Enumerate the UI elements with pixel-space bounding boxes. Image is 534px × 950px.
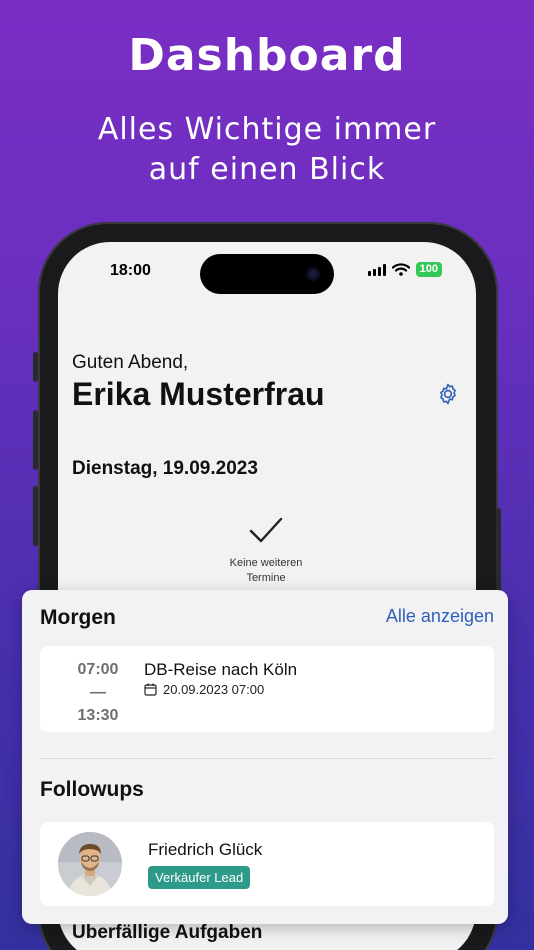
section-divider bbox=[40, 758, 494, 759]
show-all-link[interactable]: Alle anzeigen bbox=[386, 606, 494, 627]
tomorrow-heading: Morgen bbox=[40, 606, 116, 629]
signal-icon bbox=[367, 263, 386, 276]
followup-name: Friedrich Glück bbox=[148, 840, 263, 859]
promo-subtitle-line: auf einen Blick bbox=[148, 152, 386, 187]
today-date: Dienstag, 19.09.2023 bbox=[72, 458, 258, 479]
status-indicators: 100 bbox=[367, 262, 442, 277]
phone-side-button bbox=[496, 508, 501, 598]
camera-icon bbox=[306, 267, 320, 281]
overdue-tasks-heading: Überfällige Aufgaben bbox=[72, 922, 263, 943]
user-name: Erika Musterfrau bbox=[72, 376, 325, 412]
phone-side-button bbox=[33, 352, 38, 382]
followups-heading: Followups bbox=[40, 778, 144, 801]
greeting-text: Guten Abend, bbox=[72, 352, 189, 373]
empty-text-line: Termine bbox=[246, 572, 286, 584]
phone-side-button bbox=[33, 410, 38, 470]
dynamic-island bbox=[200, 254, 334, 294]
avatar bbox=[58, 832, 122, 896]
appointment-date-row: 20.09.2023 07:00 bbox=[144, 682, 264, 697]
appointment-item[interactable]: 07:00 — 13:30 DB-Reise nach Köln 20.09.2… bbox=[40, 646, 494, 732]
followup-item[interactable]: Friedrich Glück Verkäufer Lead bbox=[40, 822, 494, 906]
role-badge: Verkäufer Lead bbox=[148, 866, 251, 889]
checkmark-icon bbox=[249, 517, 283, 543]
battery-indicator: 100 bbox=[415, 262, 442, 277]
wifi-icon bbox=[391, 263, 410, 276]
phone-side-button bbox=[33, 486, 38, 546]
promo-title: Dashboard bbox=[128, 30, 406, 81]
appointment-date: 20.09.2023 07:00 bbox=[163, 682, 265, 697]
calendar-icon bbox=[144, 683, 157, 696]
appointment-times: 07:00 — 13:30 bbox=[54, 658, 142, 727]
promo-subtitle: Alles Wichtige immer auf einen Blick bbox=[0, 110, 534, 190]
promo-subtitle-line: Alles Wichtige immer bbox=[97, 112, 437, 147]
dashboard-card: Morgen Alle anzeigen 07:00 — 13:30 DB-Re… bbox=[22, 590, 508, 924]
empty-text-line: Keine weiteren bbox=[229, 557, 303, 569]
appointment-title: DB-Reise nach Köln bbox=[144, 660, 298, 679]
appointment-start: 07:00 bbox=[77, 661, 119, 678]
status-time: 18:00 bbox=[110, 262, 151, 279]
appointment-separator: — bbox=[90, 684, 106, 701]
no-appointments-text: Keine weiteren Termine bbox=[166, 556, 366, 586]
appointment-end: 13:30 bbox=[77, 707, 119, 724]
gear-icon[interactable] bbox=[436, 382, 460, 406]
